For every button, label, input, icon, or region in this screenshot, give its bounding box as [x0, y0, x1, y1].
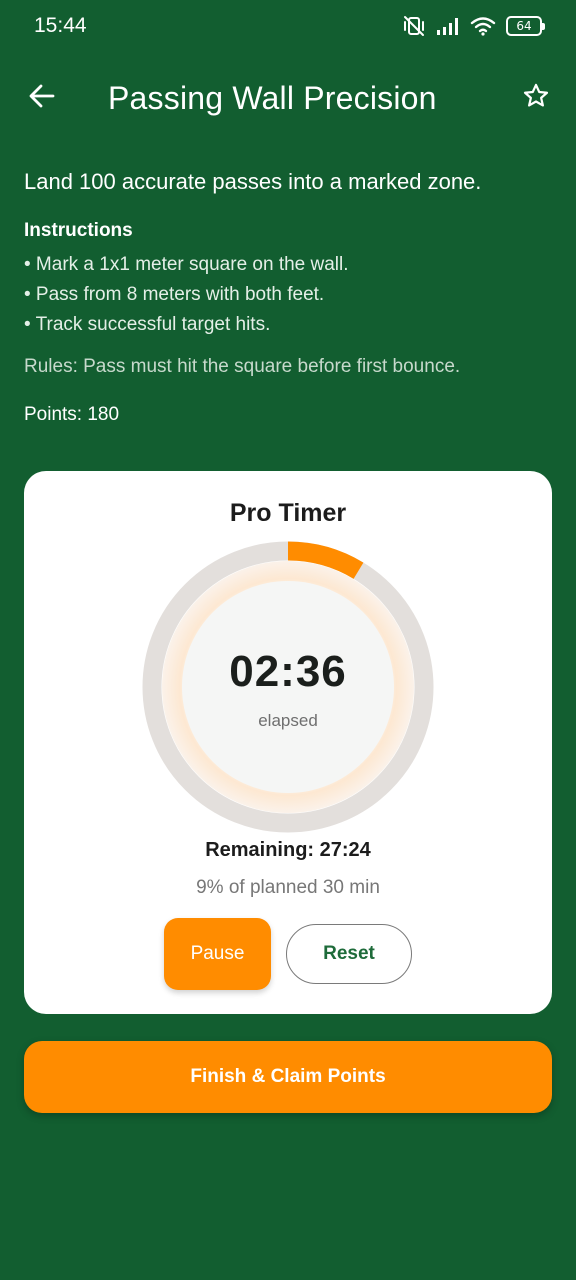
reset-button[interactable]: Reset: [286, 924, 412, 984]
back-button[interactable]: [22, 78, 62, 118]
star-outline-icon: [522, 82, 550, 115]
battery-icon: 64: [506, 16, 545, 36]
timer-card: Pro Timer 02:36 elapsed Remaining: 27:24…: [24, 471, 552, 1014]
instruction-item: • Mark a 1x1 meter square on the wall.: [24, 254, 349, 275]
elapsed-time: 02:36: [229, 647, 347, 696]
signal-icon: [436, 16, 460, 36]
challenge-description: Land 100 accurate passes into a marked z…: [24, 169, 482, 194]
progress-text: 9% of planned 30 min: [196, 877, 380, 898]
instructions-heading: Instructions: [24, 220, 133, 241]
screen: 15:44 64 Passing Wall Precision Land 100…: [0, 0, 576, 1280]
battery-level: 64: [516, 19, 532, 33]
favorite-button[interactable]: [516, 78, 556, 118]
mute-vibrate-icon: [402, 15, 426, 37]
status-bar: 15:44 64: [0, 0, 576, 52]
finish-claim-points-button[interactable]: Finish & Claim Points: [24, 1041, 552, 1113]
app-bar: Passing Wall Precision: [0, 60, 576, 136]
timer-title: Pro Timer: [229, 499, 347, 527]
remaining-time: Remaining: 27:24: [205, 839, 371, 861]
elapsed-caption: elapsed: [258, 711, 318, 730]
instruction-item: • Pass from 8 meters with both feet.: [24, 284, 325, 305]
pause-button[interactable]: Pause: [164, 918, 271, 990]
status-icons: 64: [402, 14, 545, 38]
instructions-list: • Mark a 1x1 meter square on the wall. •…: [24, 250, 349, 340]
timer-dial: 02:36 elapsed: [142, 541, 434, 833]
instruction-item: • Track successful target hits.: [24, 314, 271, 335]
points-text: Points: 180: [24, 404, 120, 425]
rules-text: Rules: Pass must hit the square before f…: [24, 356, 461, 377]
status-time: 15:44: [34, 14, 87, 37]
page-title: Passing Wall Precision: [108, 80, 437, 116]
arrow-left-icon: [28, 82, 56, 115]
wifi-icon: [470, 16, 496, 36]
